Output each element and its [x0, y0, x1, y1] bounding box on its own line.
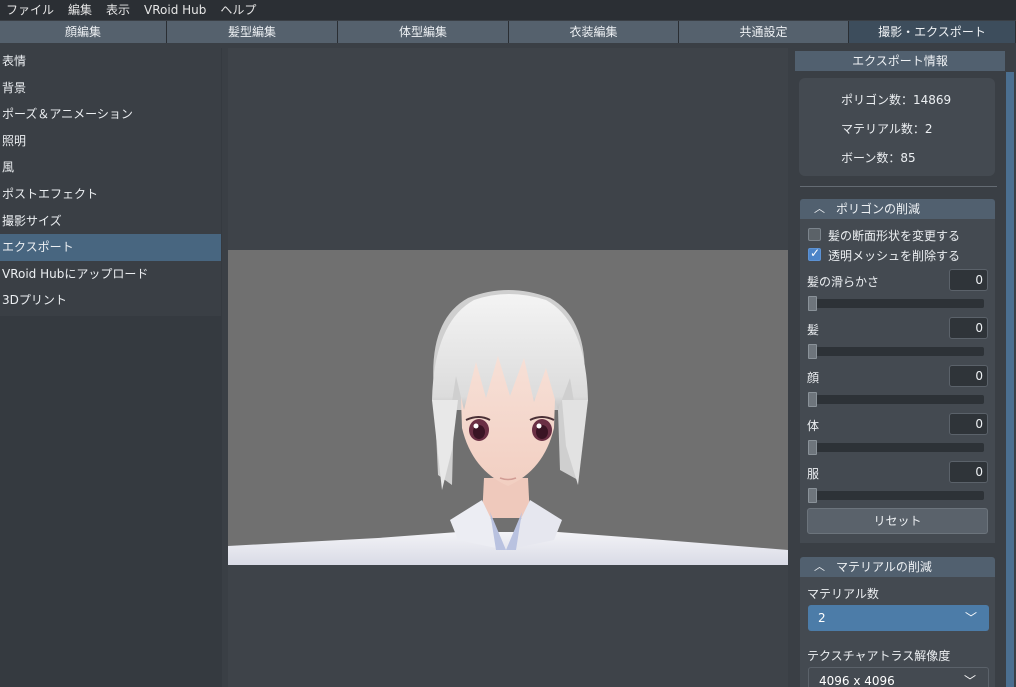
texture-atlas-label: テクスチャアトラス解像度 [807, 649, 951, 663]
tab-body-edit[interactable]: 体型編集 [338, 21, 509, 43]
clothes-label: 服 [807, 467, 820, 481]
nav-item-background[interactable]: 背景 [0, 75, 221, 102]
menu-edit[interactable]: 編集 [62, 0, 100, 20]
hair-cross-section-checkbox[interactable] [808, 228, 821, 241]
nav-item-3d-print[interactable]: 3Dプリント [0, 287, 221, 314]
nav-item-vroid-hub-upload[interactable]: VRoid Hubにアップロード [0, 261, 221, 288]
nav-item-lighting[interactable]: 照明 [0, 128, 221, 155]
reset-button[interactable]: リセット [807, 508, 988, 534]
texture-atlas-select[interactable]: 4096 x 4096 ﹀ [808, 667, 989, 687]
clothes-track[interactable] [810, 491, 984, 500]
body-thumb[interactable] [808, 440, 817, 455]
menu-file[interactable]: ファイル [0, 0, 62, 20]
texture-atlas-value: 4096 x 4096 [819, 674, 895, 687]
chevron-up-icon[interactable]: ︿ [814, 557, 825, 577]
right-panel: エクスポート情報 ポリゴン数：14869 マテリアル数：2 ボーン数：85 ︿ … [795, 48, 1016, 687]
face-track[interactable] [810, 395, 984, 404]
tab-bar: 顔編集 髪型編集 体型編集 衣装編集 共通設定 撮影・エクスポート [0, 21, 1016, 43]
body-input[interactable]: 0 [949, 413, 988, 435]
hair-smoothness-track[interactable] [810, 299, 984, 308]
menu-help[interactable]: ヘルプ [214, 0, 264, 20]
polygon-reduction-body: 髪の断面形状を変更する 透明メッシュを削除する 髪の滑らかさ 0 髪 0 顔 0… [800, 219, 995, 543]
material-reduction-header[interactable]: ︿ マテリアルの削減 [800, 557, 995, 577]
tab-outfit-edit[interactable]: 衣装編集 [509, 21, 679, 43]
menu-vroid-hub[interactable]: VRoid Hub [138, 0, 214, 20]
remove-transparent-mesh-checkbox[interactable] [808, 246, 821, 261]
face-input[interactable]: 0 [949, 365, 988, 387]
face-label: 顔 [807, 371, 820, 385]
divider [800, 186, 997, 187]
hair-input[interactable]: 0 [949, 317, 988, 339]
body-label: 体 [807, 419, 820, 433]
chevron-up-icon[interactable]: ︿ [814, 199, 825, 219]
left-panel: 表情 背景 ポーズ＆アニメーション 照明 風 ポストエフェクト 撮影サイズ エク… [0, 48, 222, 687]
hair-smoothness-thumb[interactable] [808, 296, 817, 311]
3d-viewport[interactable] [228, 48, 788, 687]
menu-bar: ファイル 編集 表示 VRoid Hub ヘルプ [0, 0, 1016, 20]
menu-view[interactable]: 表示 [100, 0, 138, 20]
hair-label: 髪 [807, 323, 820, 337]
nav-list: 表情 背景 ポーズ＆アニメーション 照明 風 ポストエフェクト 撮影サイズ エク… [0, 48, 221, 316]
nav-item-capture-size[interactable]: 撮影サイズ [0, 208, 221, 235]
clothes-thumb[interactable] [808, 488, 817, 503]
character-render [228, 290, 788, 565]
right-panel-scrollbar[interactable] [1006, 72, 1014, 687]
material-count: マテリアル数：2 [841, 122, 933, 136]
nav-item-export[interactable]: エクスポート [0, 234, 221, 261]
nav-item-pose-animation[interactable]: ポーズ＆アニメーション [0, 101, 221, 128]
hair-track[interactable] [810, 347, 984, 356]
tab-face-edit[interactable]: 顔編集 [0, 21, 167, 43]
clothes-input[interactable]: 0 [949, 461, 988, 483]
hair-cross-section-label: 髪の断面形状を変更する [828, 229, 961, 243]
chevron-down-icon: ﹀ [963, 674, 976, 687]
polygon-count: ポリゴン数：14869 [841, 93, 952, 107]
nav-item-wind[interactable]: 風 [0, 154, 221, 181]
polygon-reduction-title: ポリゴンの削減 [836, 202, 921, 216]
tab-common-settings[interactable]: 共通設定 [679, 21, 849, 43]
material-count-label: マテリアル数 [807, 587, 879, 601]
material-reduction-title: マテリアルの削減 [836, 560, 932, 574]
export-info-header: エクスポート情報 [795, 51, 1005, 71]
material-count-select[interactable]: 2 ﹀ [808, 605, 989, 631]
hair-smoothness-input[interactable]: 0 [949, 269, 988, 291]
render-preview[interactable] [228, 250, 788, 565]
hair-smoothness-label: 髪の滑らかさ [807, 275, 880, 289]
tab-hair-edit[interactable]: 髪型編集 [167, 21, 338, 43]
face-thumb[interactable] [808, 392, 817, 407]
export-info-box: ポリゴン数：14869 マテリアル数：2 ボーン数：85 [799, 78, 995, 176]
nav-item-post-effect[interactable]: ポストエフェクト [0, 181, 221, 208]
material-count-value: 2 [818, 611, 826, 625]
chevron-down-icon: ﹀ [964, 611, 977, 625]
polygon-reduction-header[interactable]: ︿ ポリゴンの削減 [800, 199, 995, 219]
remove-transparent-mesh-label: 透明メッシュを削除する [828, 249, 961, 263]
hair-thumb[interactable] [808, 344, 817, 359]
body-track[interactable] [810, 443, 984, 452]
bone-count: ボーン数：85 [841, 151, 916, 165]
material-reduction-body: マテリアル数 2 ﹀ テクスチャアトラス解像度 4096 x 4096 ﹀ [800, 577, 995, 687]
tab-shoot-export[interactable]: 撮影・エクスポート [849, 21, 1016, 43]
nav-item-expression[interactable]: 表情 [0, 48, 221, 75]
